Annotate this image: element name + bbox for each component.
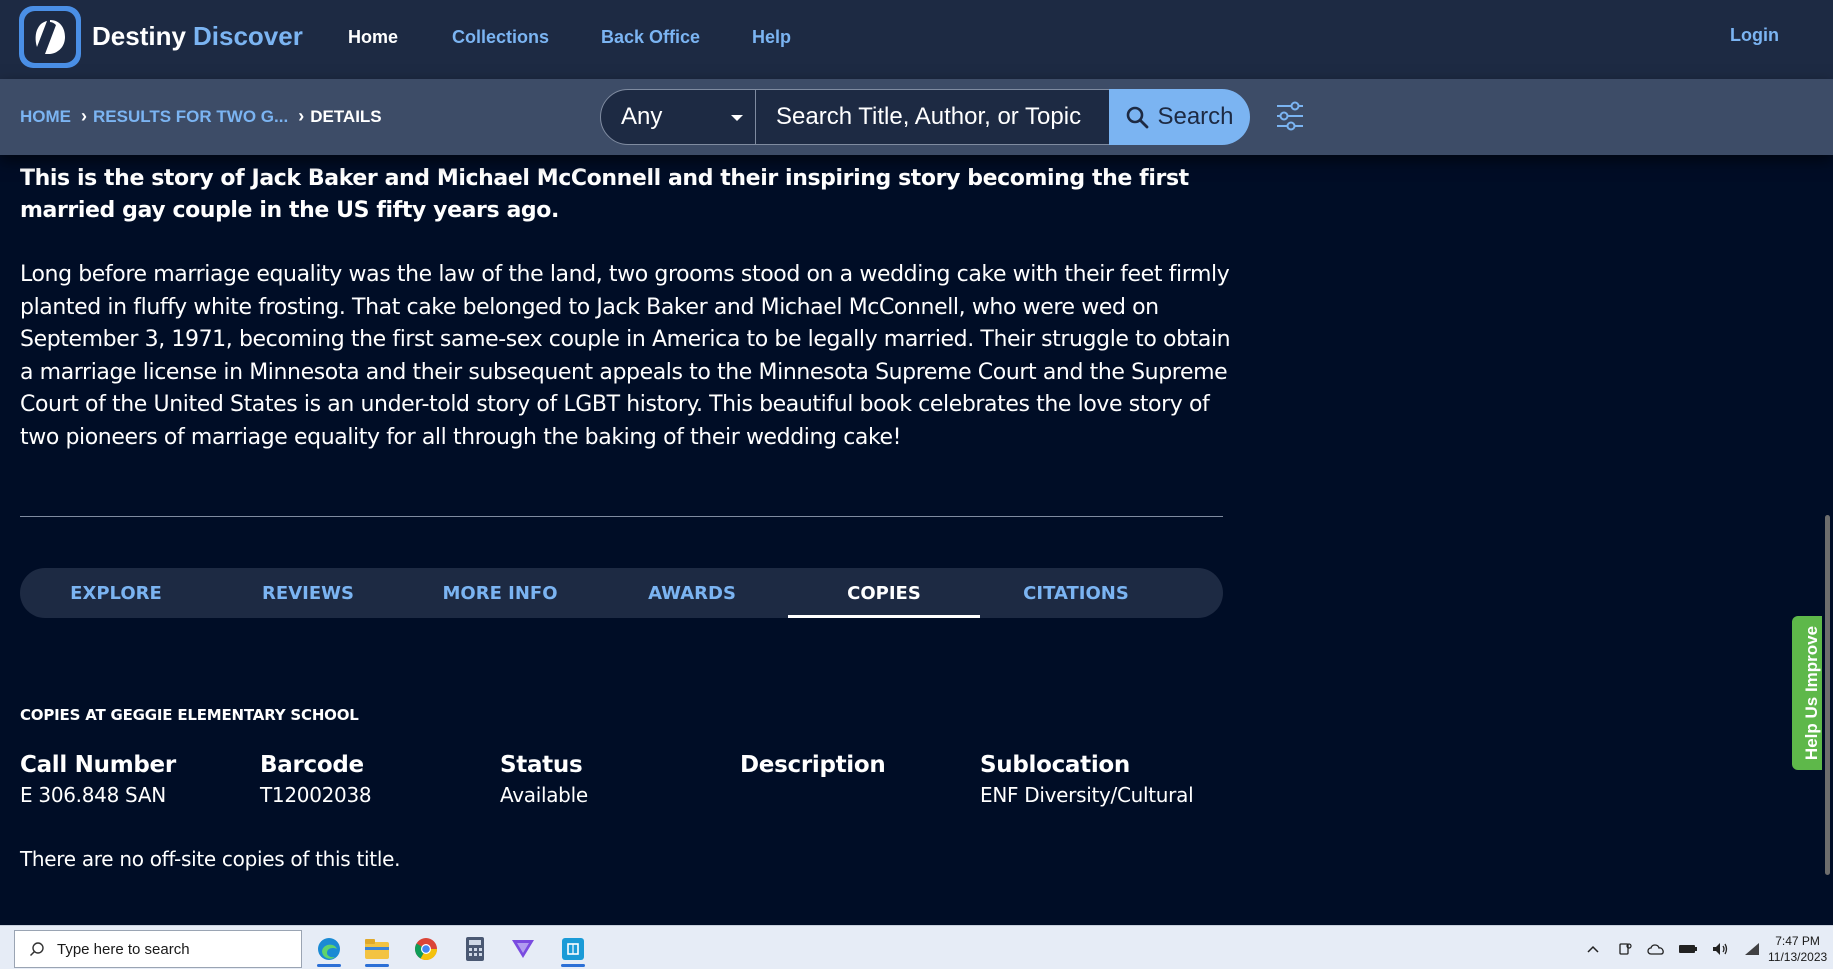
breadcrumb-home[interactable]: HOME	[20, 107, 71, 127]
taskbar-search[interactable]: Type here to search	[14, 930, 302, 968]
taskbar-clock[interactable]: 7:47 PM 11/13/2023	[1768, 933, 1827, 965]
search-button[interactable]: Search	[1109, 89, 1250, 145]
column-header-call-number: Call Number	[20, 752, 176, 778]
tab-citations[interactable]: CITATIONS	[980, 568, 1172, 618]
column-header-status: Status	[500, 752, 583, 778]
wifi-icon[interactable]	[1741, 938, 1763, 960]
copy-call-number: E 306.848 SAN	[20, 783, 166, 807]
column-header-description: Description	[740, 752, 886, 778]
vpn-icon[interactable]	[503, 931, 543, 967]
column-header-sublocation: Sublocation	[980, 752, 1130, 778]
file-explorer-icon[interactable]	[357, 931, 397, 967]
tab-reviews[interactable]: REVIEWS	[212, 568, 404, 618]
taskbar-time: 7:47 PM	[1775, 934, 1820, 948]
breadcrumb-results[interactable]: RESULTS FOR TWO G...	[93, 107, 288, 127]
brand-name: Destiny	[92, 21, 186, 51]
tab-more-info[interactable]: MORE INFO	[404, 568, 596, 618]
tab-awards[interactable]: AWARDS	[596, 568, 788, 618]
caret-down-icon	[731, 115, 743, 121]
nav-home[interactable]: Home	[348, 27, 398, 48]
taskbar: Type here to search 7:47 PM 11/13/2023	[0, 925, 1833, 969]
breadcrumb: HOME › RESULTS FOR TWO G... › DETAILS	[20, 106, 382, 127]
tab-explore[interactable]: EXPLORE	[20, 568, 212, 618]
summary-lead: This is the story of Jack Baker and Mich…	[20, 166, 1189, 223]
help-us-improve-label: Help Us Improve	[1802, 625, 1822, 761]
store-icon[interactable]	[553, 931, 593, 967]
taskbar-search-placeholder: Type here to search	[57, 940, 190, 958]
calculator-icon[interactable]	[455, 931, 495, 967]
destiny-logo-icon[interactable]	[19, 6, 81, 68]
top-nav: Destiny Discover Home Collections Back O…	[0, 0, 1833, 79]
search-form: Any Search	[600, 89, 1250, 145]
volume-icon[interactable]	[1709, 938, 1731, 960]
chevron-right-icon: ›	[298, 106, 305, 126]
offsite-note: There are no off-site copies of this tit…	[20, 847, 401, 871]
chrome-icon[interactable]	[406, 931, 446, 967]
brand-product: Discover	[193, 21, 303, 51]
breadcrumb-current: DETAILS	[310, 106, 382, 126]
tab-copies[interactable]: COPIES	[788, 568, 980, 618]
battery-icon[interactable]	[1677, 938, 1699, 960]
meet-icon[interactable]	[1614, 938, 1636, 960]
chevron-right-icon: ›	[81, 106, 87, 126]
login-link[interactable]: Login	[1730, 25, 1779, 46]
taskbar-date: 11/13/2023	[1768, 950, 1828, 964]
search-button-label: Search	[1157, 103, 1234, 130]
nav-help[interactable]: Help	[752, 27, 791, 48]
page-scrollbar[interactable]	[1822, 155, 1833, 925]
search-bar-row: HOME › RESULTS FOR TWO G... › DETAILS An…	[0, 79, 1833, 155]
section-divider	[20, 516, 1223, 517]
details-tabs: EXPLORE REVIEWS MORE INFO AWARDS COPIES …	[20, 568, 1223, 618]
scrollbar-thumb[interactable]	[1825, 515, 1830, 875]
onedrive-icon[interactable]	[1645, 938, 1667, 960]
copy-status: Available	[500, 783, 588, 807]
chevron-up-icon[interactable]	[1582, 938, 1604, 960]
search-scope-value: Any	[621, 103, 663, 130]
search-scope-select[interactable]: Any	[600, 89, 756, 145]
summary-body: Long before marriage equality was the la…	[20, 262, 1231, 450]
edge-icon[interactable]	[309, 931, 349, 967]
nav-collections[interactable]: Collections	[452, 27, 549, 48]
copy-barcode: T12002038	[260, 783, 372, 807]
search-icon	[29, 942, 44, 957]
search-input[interactable]	[756, 89, 1110, 145]
search-icon	[1127, 106, 1149, 129]
nav-back-office[interactable]: Back Office	[601, 27, 700, 48]
column-header-barcode: Barcode	[260, 752, 364, 778]
filter-sliders-icon[interactable]	[1274, 99, 1306, 133]
copy-sublocation: ENF Diversity/Cultural	[980, 783, 1194, 807]
copies-heading: COPIES AT GEGGIE ELEMENTARY SCHOOL	[20, 706, 359, 724]
